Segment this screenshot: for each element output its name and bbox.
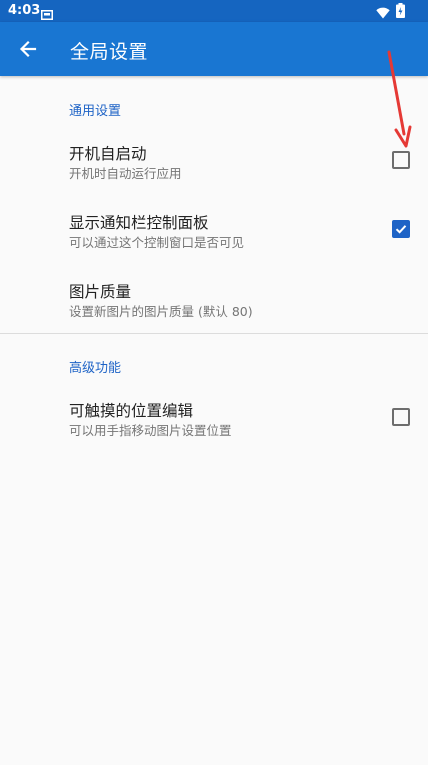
back-button[interactable] — [8, 29, 48, 69]
check-icon — [395, 225, 407, 234]
pref-summary: 开机时自动运行应用 — [69, 166, 182, 181]
app-bar: 全局设置 — [0, 22, 428, 76]
pref-summary: 可以用手指移动图片设置位置 — [69, 423, 232, 438]
pref-title: 开机自启动 — [69, 145, 147, 163]
pref-title: 显示通知栏控制面板 — [69, 214, 209, 232]
pref-touch-edit[interactable]: 可触摸的位置编辑 可以用手指移动图片设置位置 — [0, 386, 428, 448]
notification-panel-checkbox[interactable] — [392, 220, 410, 238]
pref-autostart[interactable]: 开机自启动 开机时自动运行应用 — [0, 128, 428, 190]
divider — [0, 333, 428, 334]
arrow-left-icon — [19, 40, 37, 58]
wifi-icon — [376, 4, 390, 23]
status-time: 4:03 — [8, 3, 41, 18]
pref-summary: 设置新图片的图片质量 (默认 80) — [69, 304, 253, 319]
battery-charging-icon — [396, 3, 405, 22]
pref-image-quality[interactable]: 图片质量 设置新图片的图片质量 (默认 80) — [0, 268, 428, 328]
annotation-arrow — [387, 50, 412, 148]
pref-notification-panel[interactable]: 显示通知栏控制面板 可以通过这个控制窗口是否可见 — [0, 198, 428, 260]
touch-edit-checkbox[interactable] — [392, 408, 410, 426]
pref-summary: 可以通过这个控制窗口是否可见 — [69, 235, 245, 250]
status-bar: 4:03 — [0, 0, 428, 22]
section-header-advanced: 高级功能 — [69, 361, 122, 376]
section-header-general: 通用设置 — [69, 104, 122, 119]
pref-title: 图片质量 — [69, 283, 132, 301]
autostart-checkbox[interactable] — [392, 151, 410, 169]
page-title: 全局设置 — [70, 41, 149, 63]
pref-title: 可触摸的位置编辑 — [69, 402, 194, 420]
